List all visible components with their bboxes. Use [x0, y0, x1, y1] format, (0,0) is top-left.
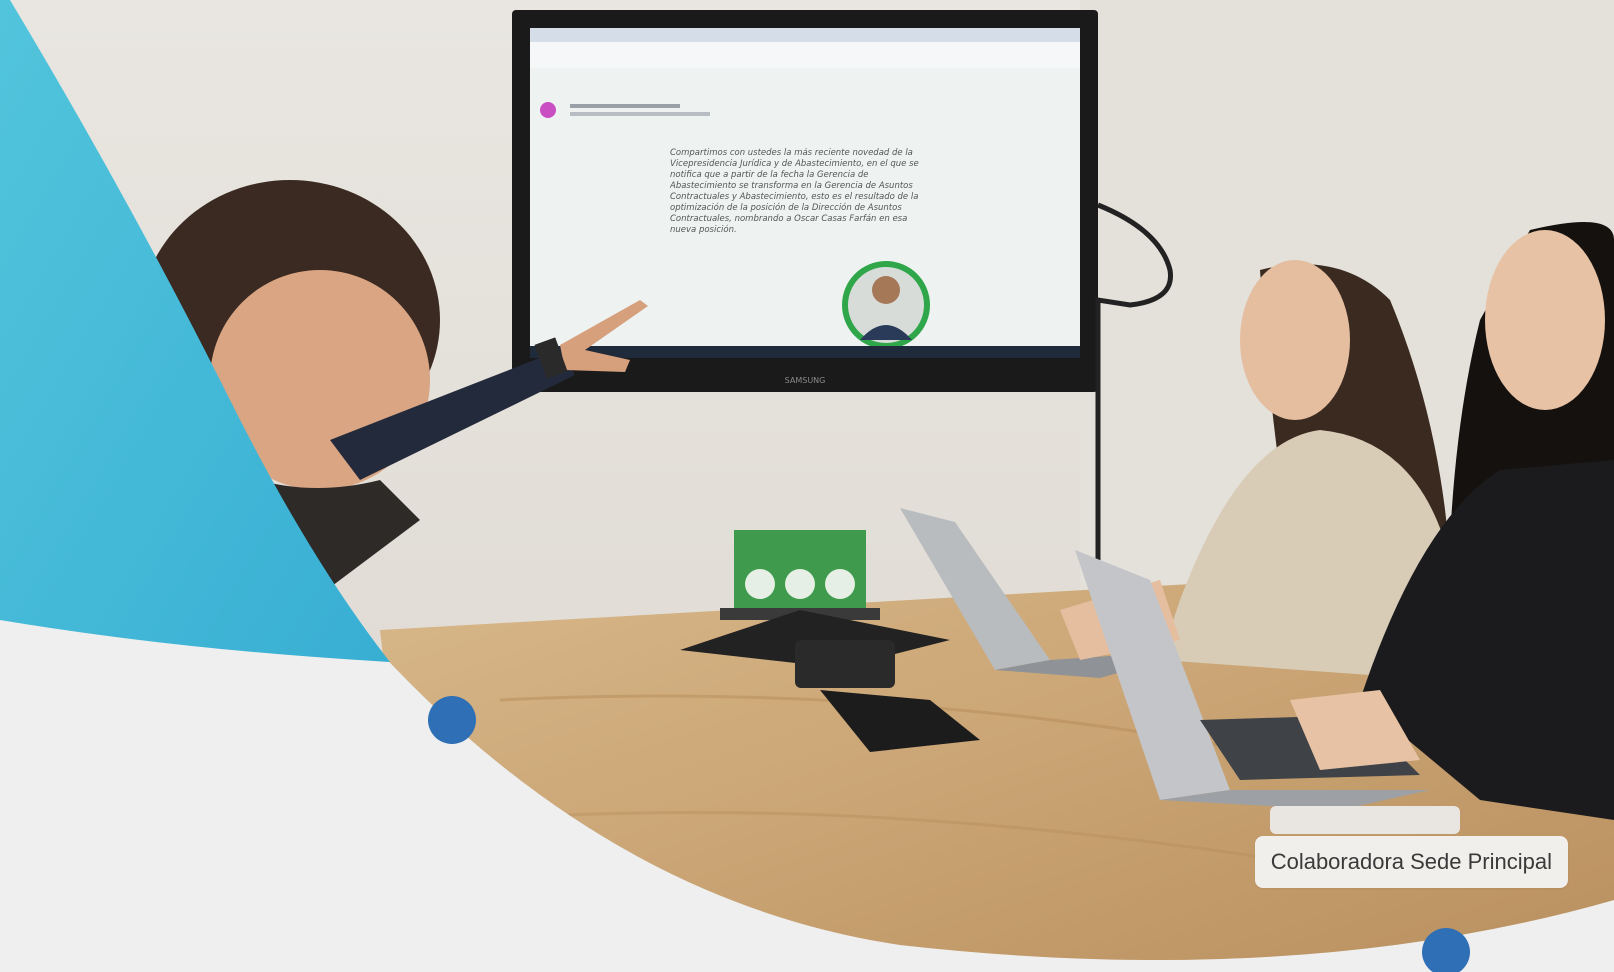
screen-announcement-text: Compartimos con ustedes la más reciente …: [670, 148, 919, 235]
hero-scene: Compartimos con ustedes la más reciente …: [0, 0, 1614, 972]
tv-brand-label: SAMSUNG: [785, 376, 826, 385]
sender-avatar: [540, 102, 556, 118]
photo-caption: Colaboradora Sede Principal: [1254, 836, 1568, 888]
table-sign: [720, 530, 880, 620]
phone-on-table: [1270, 806, 1460, 834]
decorative-dot-left: [428, 696, 476, 744]
